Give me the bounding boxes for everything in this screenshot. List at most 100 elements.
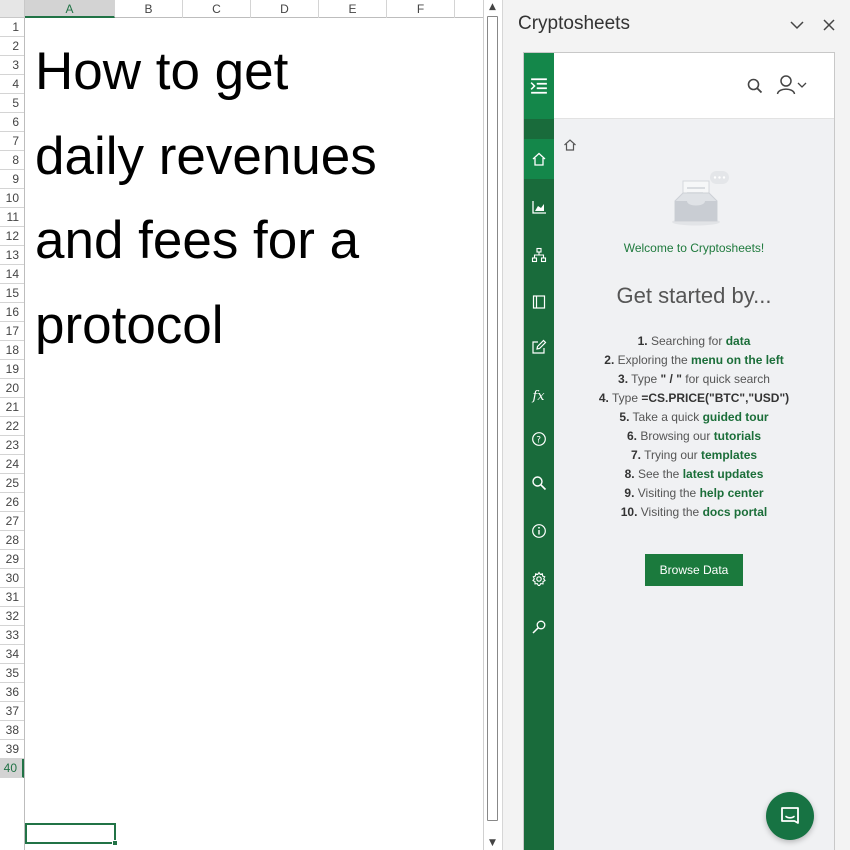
welcome-message: Welcome to Cryptosheets! [623, 241, 765, 255]
row-header[interactable]: 18 [0, 341, 24, 360]
chat-launcher-button[interactable] [766, 792, 814, 840]
scroll-up-arrow-icon[interactable]: ▲ [487, 2, 498, 13]
getting-started-steps: 1. Searching for data 2. Exploring the m… [554, 332, 834, 522]
row-header[interactable]: 3 [0, 56, 24, 75]
svg-text:?: ? [536, 436, 541, 446]
fill-handle[interactable] [112, 840, 118, 846]
row-header[interactable]: 20 [0, 379, 24, 398]
list-item: 9. Visiting the help center [624, 486, 764, 500]
selected-cell-a40[interactable] [25, 823, 118, 846]
breadcrumb-home-icon[interactable] [563, 138, 577, 152]
link-latest-updates[interactable]: latest updates [683, 467, 764, 481]
row-header[interactable]: 37 [0, 702, 24, 721]
rail-item-key[interactable] [524, 607, 554, 647]
row-header[interactable]: 25 [0, 474, 24, 493]
sheet-title-text[interactable]: How to get daily revenues and fees for a… [35, 30, 475, 368]
row-header[interactable]: 7 [0, 132, 24, 151]
row-header[interactable]: 5 [0, 94, 24, 113]
close-icon[interactable] [821, 17, 837, 33]
row-header[interactable]: 21 [0, 398, 24, 417]
rail-item-help[interactable]: ? [524, 419, 554, 459]
link-templates[interactable]: templates [701, 448, 757, 462]
row-header[interactable]: 10 [0, 189, 24, 208]
addin-header [554, 53, 834, 119]
scrollbar-thumb[interactable] [487, 16, 498, 821]
rail-item-function[interactable]: fx [524, 375, 554, 415]
link-help-center[interactable]: help center [700, 486, 764, 500]
user-account-icon[interactable] [776, 73, 810, 97]
cryptosheets-addin: fx ? Welcome to Cryptosheets! Get starte… [523, 52, 835, 850]
column-header-b[interactable]: B [115, 0, 183, 18]
rail-item-book[interactable] [524, 282, 554, 322]
link-menu-on-the-left[interactable]: menu on the left [691, 353, 784, 367]
menu-icon [530, 78, 547, 94]
row-header[interactable]: 19 [0, 360, 24, 379]
row-header[interactable]: 33 [0, 626, 24, 645]
row-header[interactable]: 6 [0, 113, 24, 132]
row-header[interactable]: 26 [0, 493, 24, 512]
column-header-e[interactable]: E [319, 0, 387, 18]
rail-item-settings[interactable] [524, 559, 554, 599]
row-header[interactable]: 17 [0, 322, 24, 341]
row-header[interactable]: 12 [0, 227, 24, 246]
row-header[interactable]: 13 [0, 246, 24, 265]
link-guided-tour[interactable]: guided tour [703, 410, 769, 424]
row-header[interactable]: 31 [0, 588, 24, 607]
row-header[interactable]: 36 [0, 683, 24, 702]
search-icon[interactable] [746, 77, 764, 95]
gear-icon [532, 571, 546, 587]
link-docs-portal[interactable]: docs portal [703, 505, 768, 519]
rail-item-edit[interactable] [524, 327, 554, 367]
row-headers: 1 2 3 4 5 6 7 8 9 10 11 12 13 14 15 16 17 18 19 20 21 22 23 24 2… [0, 18, 25, 850]
row-header[interactable]: 32 [0, 607, 24, 626]
row-header[interactable]: 24 [0, 455, 24, 474]
link-tutorials[interactable]: tutorials [714, 429, 761, 443]
column-header-d[interactable]: D [251, 0, 319, 18]
row-header[interactable]: 2 [0, 37, 24, 56]
row-header[interactable]: 14 [0, 265, 24, 284]
row-header[interactable]: 15 [0, 284, 24, 303]
list-item: 1. Searching for data [637, 334, 751, 348]
row-header[interactable]: 22 [0, 417, 24, 436]
row-header[interactable]: 29 [0, 550, 24, 569]
column-header-a[interactable]: A [25, 0, 115, 18]
rail-item-sitemap[interactable] [524, 235, 554, 275]
row-header[interactable]: 40 [0, 759, 24, 778]
rail-item-info[interactable] [524, 511, 554, 551]
row-header[interactable]: 1 [0, 18, 24, 37]
spreadsheet-grid[interactable]: A B C D E F 1 2 3 4 5 6 7 8 9 10 11 12 13 14 15 16 17 18 1… [0, 0, 483, 850]
row-header[interactable]: 30 [0, 569, 24, 588]
row-header[interactable]: 16 [0, 303, 24, 322]
vertical-scrollbar[interactable]: ▲ ▼ [483, 0, 501, 850]
list-item: 5. Take a quick guided tour [619, 410, 769, 424]
browse-data-button[interactable]: Browse Data [645, 554, 743, 586]
rail-item-home[interactable] [524, 139, 554, 179]
scroll-down-arrow-icon[interactable]: ▼ [487, 838, 498, 849]
title-line: protocol [35, 295, 224, 355]
rail-item-charts[interactable] [524, 187, 554, 227]
row-header[interactable]: 8 [0, 151, 24, 170]
row-header[interactable]: 4 [0, 75, 24, 94]
row-header[interactable]: 38 [0, 721, 24, 740]
chat-icon [781, 807, 799, 824]
row-header[interactable]: 9 [0, 170, 24, 189]
column-header-c[interactable]: C [183, 0, 251, 18]
sitemap-icon [531, 247, 547, 263]
row-header[interactable]: 23 [0, 436, 24, 455]
link-data[interactable]: data [726, 334, 751, 348]
row-header[interactable]: 39 [0, 740, 24, 759]
chevron-down-icon[interactable] [789, 18, 805, 32]
column-header-f[interactable]: F [387, 0, 455, 18]
inbox-illustration-icon [672, 171, 729, 226]
menu-toggle-button[interactable] [524, 53, 554, 119]
svg-text:fx: fx [532, 389, 546, 403]
row-header[interactable]: 27 [0, 512, 24, 531]
rail-item-search[interactable] [524, 463, 554, 503]
row-header[interactable]: 28 [0, 531, 24, 550]
get-started-heading: Get started by... [616, 283, 772, 308]
row-header[interactable]: 11 [0, 208, 24, 227]
row-header[interactable]: 34 [0, 645, 24, 664]
title-line: daily revenues [35, 126, 377, 186]
select-all-corner[interactable] [0, 0, 25, 18]
row-header[interactable]: 35 [0, 664, 24, 683]
